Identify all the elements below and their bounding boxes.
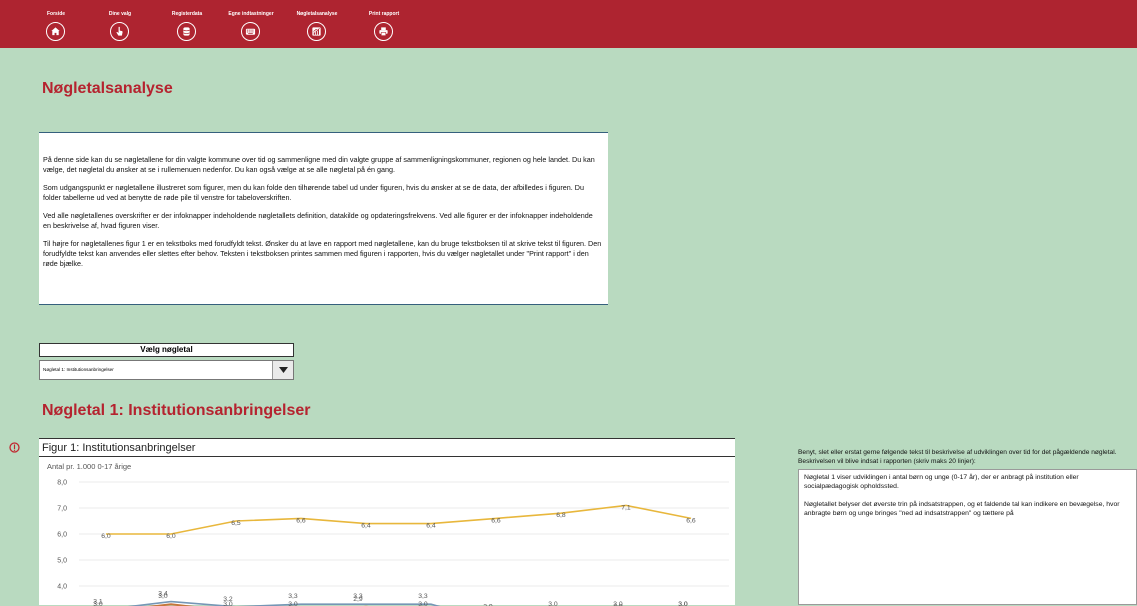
intro-paragraph: Som udgangspunkt er nøgletallene illustr… xyxy=(43,183,584,202)
hand-pointer-icon xyxy=(110,22,129,41)
selector-title: Vælg nøgletal xyxy=(39,343,294,357)
intro-paragraph: Til højre for nøgletallenes figur 1 er e… xyxy=(43,239,602,268)
data-label: 3,0 xyxy=(678,601,688,606)
nav-dine-valg-label: Dine valg xyxy=(108,11,132,17)
nav-print-rapport-label: Print rapport xyxy=(368,11,400,17)
noegletal-selector: Vælg nøgletal Nøgletal 1: Institutionsan… xyxy=(39,343,294,380)
data-label: 6,5 xyxy=(231,520,241,527)
y-tick-label: 7,0 xyxy=(57,506,67,513)
nav-print-rapport[interactable]: Print rapport xyxy=(352,0,416,48)
noegletal-dropdown[interactable]: Nøgletal 1: Institutionsanbringelser xyxy=(39,360,294,380)
data-label: 6,6 xyxy=(686,517,696,524)
data-label: 6,0 xyxy=(166,533,176,540)
nav-dine-valg[interactable]: Dine valg xyxy=(88,0,152,48)
top-navigation-bar: Forside Dine valg Registerdata Egne indt… xyxy=(0,0,1137,48)
intro-paragraph: På denne side kan du se nøgletallene for… xyxy=(43,155,595,174)
series-line xyxy=(127,600,441,606)
data-label: 2,9 xyxy=(353,596,363,603)
data-label: 6,4 xyxy=(361,523,371,530)
y-axis-label: Antal pr. 1.000 0-17 årige xyxy=(47,462,131,471)
nav-forside-label: Forside xyxy=(46,11,66,17)
data-label: 3,0 xyxy=(158,593,168,600)
database-icon xyxy=(177,22,196,41)
nav-noegletalsanalyse[interactable]: Nøgletalsanalyse xyxy=(285,0,349,48)
figure-title: Figur 1: Institutionsanbringelser xyxy=(42,442,196,454)
dropdown-arrow-icon[interactable] xyxy=(272,361,293,379)
description-instructions: Benyt, slet eller erstat gerne følgende … xyxy=(798,449,1117,465)
page-title: Nøgletalsanalyse xyxy=(42,80,173,97)
data-label: 3,3 xyxy=(418,593,428,600)
nav-egne-indtastninger[interactable]: Egne indtastninger xyxy=(219,0,283,48)
figure-1: Figur 1: Institutionsanbringelser Antal … xyxy=(39,438,735,606)
nav-noegletalsanalyse-label: Nøgletalsanalyse xyxy=(296,11,338,17)
data-label: 3,0 xyxy=(223,601,233,606)
data-label: 6,6 xyxy=(491,517,501,524)
data-label: 3,3 xyxy=(288,593,298,600)
data-label: 3,0 xyxy=(418,601,428,606)
description-textbox[interactable]: Nøgletal 1 viser udviklingen i antal bør… xyxy=(798,469,1137,605)
nav-forside[interactable]: Forside xyxy=(24,0,88,48)
data-label: 3,0 xyxy=(548,601,558,606)
nav-registerdata-label: Registerdata xyxy=(171,11,203,17)
data-label: 3,0 xyxy=(93,601,103,606)
keyboard-icon xyxy=(241,22,260,41)
data-label: 7,1 xyxy=(621,504,631,511)
chart-icon xyxy=(307,22,326,41)
y-tick-label: 6,0 xyxy=(57,532,67,539)
nav-egne-indtastninger-label: Egne indtastninger xyxy=(228,11,274,17)
intro-paragraph: Ved alle nøgletallenes overskrifter er d… xyxy=(43,211,593,230)
line-chart: Antal pr. 1.000 0-17 årige 8,0 7,0 6,0 5,0 4… xyxy=(47,462,729,606)
info-icon[interactable] xyxy=(9,440,20,453)
dropdown-value: Nøgletal 1: Institutionsanbringelser xyxy=(43,367,114,372)
y-tick-label: 4,0 xyxy=(57,584,67,591)
nav-registerdata[interactable]: Registerdata xyxy=(155,0,219,48)
data-label: 6,6 xyxy=(296,517,306,524)
section-title: Nøgletal 1: Institutionsanbringelser xyxy=(42,402,311,419)
printer-icon xyxy=(374,22,393,41)
data-label: 6,0 xyxy=(101,533,111,540)
data-label: 6,4 xyxy=(426,523,436,530)
data-label: 3,0 xyxy=(288,601,298,606)
series-line xyxy=(106,504,692,535)
intro-textbox: På denne side kan du se nøgletallene for… xyxy=(39,132,608,305)
home-icon xyxy=(46,22,65,41)
data-label: 3,0 xyxy=(613,601,623,606)
y-tick-label: 5,0 xyxy=(57,558,67,565)
y-tick-label: 8,0 xyxy=(57,480,67,487)
data-label: 6,8 xyxy=(556,512,566,519)
